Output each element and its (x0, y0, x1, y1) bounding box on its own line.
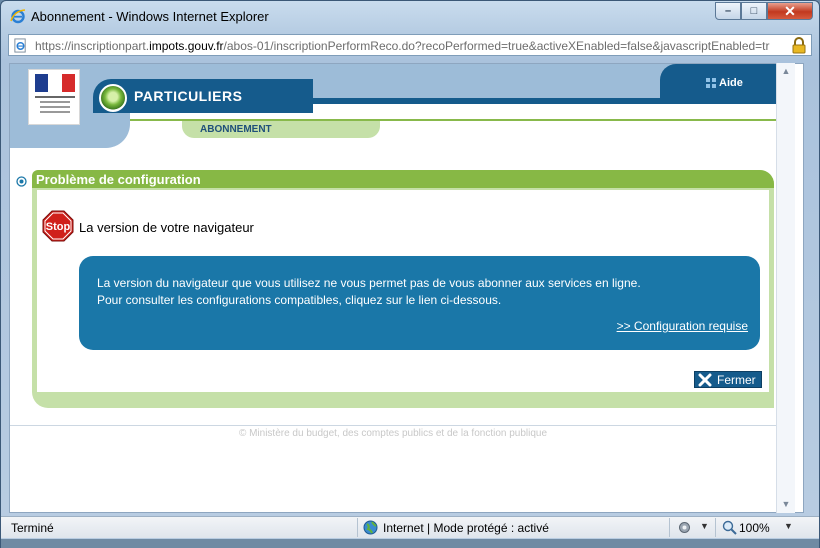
footer-copyright: © Ministère du budget, des comptes publi… (238, 428, 548, 439)
status-text: Terminé (11, 521, 54, 535)
logo-text-lines (35, 96, 75, 116)
url-path: /abos-01/inscriptionPerformReco.do?recoP… (223, 39, 770, 53)
address-bar[interactable]: https://inscriptionpart.impots.gouv.fr/a… (8, 34, 812, 56)
close-window-button[interactable]: ✕ (767, 2, 813, 20)
republic-logo (28, 69, 80, 125)
globe-icon (363, 520, 378, 535)
page-viewport: PARTICULIERS Aide ABONNEMENT Problème de… (9, 63, 804, 513)
header-stripe (310, 98, 776, 104)
protected-mode-gear-icon[interactable] (677, 520, 692, 535)
stop-badge-text: Stop (46, 221, 71, 233)
scroll-down-arrow-icon[interactable]: ▼ (777, 496, 795, 513)
status-bar: Terminé Internet | Mode protégé : activé… (1, 516, 819, 538)
url-prefix: https://inscriptionpart. (35, 39, 150, 53)
protected-mode-dropdown-icon[interactable]: ▼ (700, 521, 709, 531)
close-x-icon (698, 373, 712, 386)
zoom-level[interactable]: 100% (739, 521, 770, 535)
status-separator (669, 518, 670, 537)
minimize-button[interactable]: – (715, 2, 741, 20)
message-title: La version de votre navigateur (79, 220, 254, 235)
close-button-label: Fermer (717, 372, 756, 387)
configuration-link[interactable]: >> Configuration requise (617, 319, 748, 333)
info-text-line1: La version du navigateur que vous utilis… (97, 276, 641, 290)
info-text-line2: Pour consulter les configurations compat… (97, 293, 502, 307)
status-separator (357, 518, 358, 537)
security-zone[interactable]: Internet | Mode protégé : activé (383, 521, 549, 535)
internet-explorer-icon (10, 9, 26, 24)
maximize-button[interactable]: □ (741, 2, 767, 20)
vertical-scrollbar[interactable]: ▲ ▼ (776, 63, 795, 513)
page-icon (14, 38, 26, 53)
section-heading: Problème de configuration (36, 172, 201, 187)
help-link[interactable]: Aide (719, 77, 743, 89)
browser-window: Abonnement - Windows Internet Explorer –… (0, 0, 820, 548)
url-domain: impots.gouv.fr (149, 39, 224, 53)
title-bar: Abonnement - Windows Internet Explorer –… (1, 1, 819, 31)
flag-icon (35, 74, 75, 92)
section-orb-icon (99, 84, 127, 112)
window-controls: – □ ✕ (715, 2, 813, 20)
lock-icon[interactable] (791, 37, 807, 54)
help-tab[interactable]: Aide (660, 64, 776, 98)
zoom-icon[interactable] (722, 520, 737, 535)
section-bullet-icon (16, 176, 27, 187)
footer-divider (10, 425, 776, 426)
zoom-dropdown-icon[interactable]: ▼ (784, 521, 793, 531)
close-dialog-button[interactable]: Fermer (694, 371, 762, 388)
window-title: Abonnement - Windows Internet Explorer (31, 9, 269, 24)
url-text[interactable]: https://inscriptionpart.impots.gouv.fr/a… (35, 39, 785, 53)
grid-dots-icon (706, 78, 716, 88)
stop-sign-icon: Stop (42, 210, 74, 242)
section-title[interactable]: PARTICULIERS (134, 88, 242, 104)
scroll-up-arrow-icon[interactable]: ▲ (777, 63, 795, 80)
status-separator (715, 518, 716, 537)
taskbar-strip (1, 539, 819, 548)
subsection-label: ABONNEMENT (200, 124, 272, 135)
